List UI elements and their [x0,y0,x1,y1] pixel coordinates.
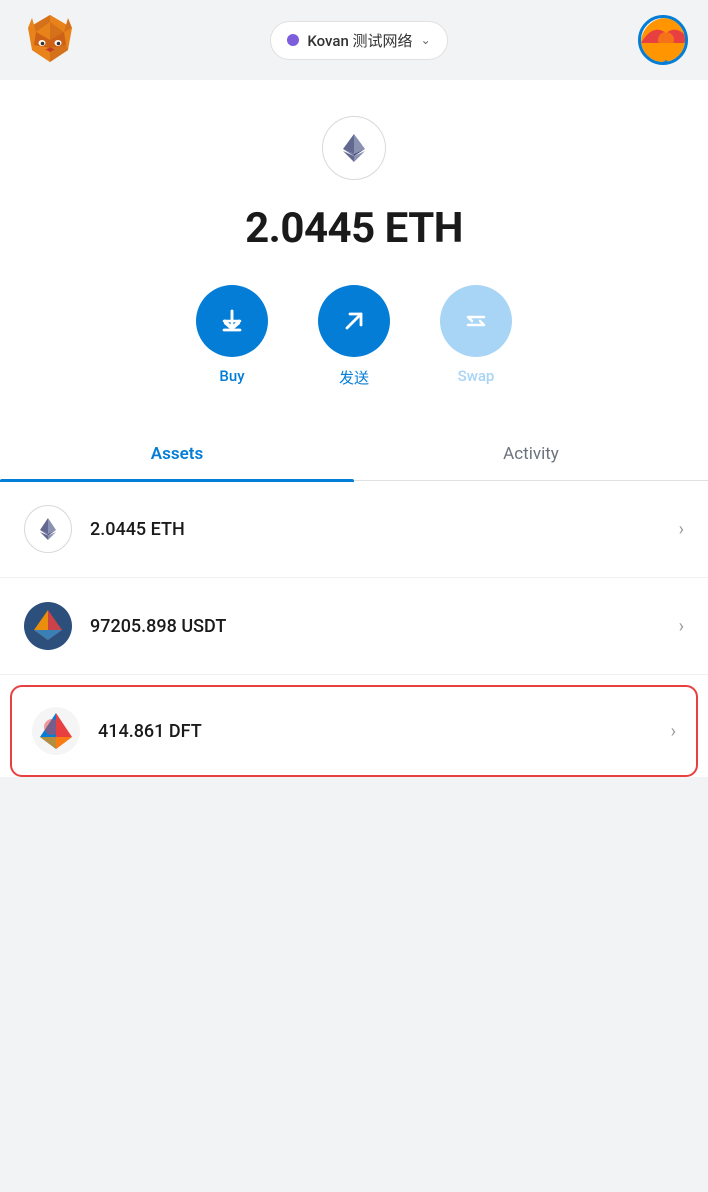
usdt-amount: 97205.898 USDT [90,616,226,637]
account-avatar[interactable] [638,15,688,65]
eth-asset-info: 2.0445 ETH [90,519,679,540]
dft-chevron-icon: › [671,721,676,742]
main-content: 2.0445 ETH Buy [0,80,708,777]
eth-icon-wrapper [0,80,708,196]
swap-button[interactable] [440,285,512,357]
dft-amount: 414.861 DFT [98,721,202,742]
asset-item-eth[interactable]: 2.0445 ETH › [0,481,708,578]
header: Kovan 测试网络 ⌄ [0,0,708,80]
swap-action[interactable]: Swap [440,285,512,388]
usdt-chevron-icon: › [679,616,684,637]
eth-amount: 2.0445 ETH [90,519,185,540]
balance-display: 2.0445 ETH [0,196,708,285]
tab-activity[interactable]: Activity [354,428,708,480]
eth-chevron-icon: › [679,519,684,540]
dft-asset-icon [32,707,80,755]
eth-logo-circle [322,116,386,180]
tabs-container: Assets Activity [0,428,708,481]
eth-asset-icon [24,505,72,553]
buy-label: Buy [219,367,244,385]
send-action[interactable]: 发送 [318,285,390,388]
buy-action[interactable]: Buy [196,285,268,388]
asset-item-dft[interactable]: 414.861 DFT › [10,685,698,777]
send-button[interactable] [318,285,390,357]
network-selector[interactable]: Kovan 测试网络 ⌄ [270,21,447,60]
dft-asset-info: 414.861 DFT [98,721,671,742]
action-buttons: Buy 发送 Swap [0,285,708,428]
network-dot [287,34,299,46]
network-name: Kovan 测试网络 [307,30,412,51]
tab-assets[interactable]: Assets [0,428,354,480]
swap-label: Swap [458,367,495,385]
usdt-asset-icon [24,602,72,650]
buy-button[interactable] [196,285,268,357]
asset-item-usdt[interactable]: 97205.898 USDT › [0,578,708,675]
asset-list: 2.0445 ETH › 97205.898 USDT › [0,481,708,777]
usdt-asset-info: 97205.898 USDT [90,616,679,637]
metamask-logo [20,10,80,70]
send-label: 发送 [339,367,369,388]
chevron-down-icon: ⌄ [421,33,431,47]
